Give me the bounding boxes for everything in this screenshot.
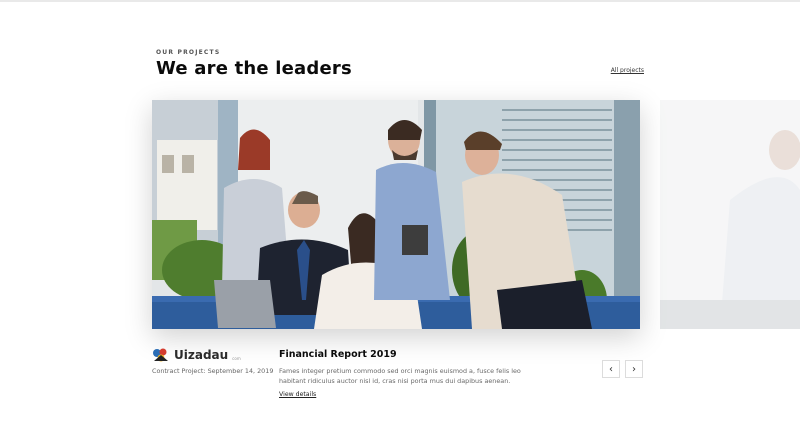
carousel-next-button[interactable]: › [625,360,643,378]
section-eyebrow: OUR PROJECTS [156,49,221,56]
client-domain: com [232,355,241,361]
chevron-right-icon: › [632,363,636,375]
contract-date: Contract Project: September 14, 2019 [152,367,274,375]
all-projects-link[interactable]: All projects [611,67,644,74]
view-details-link[interactable]: View details [279,391,316,398]
next-project-preview[interactable] [660,100,800,329]
client-brand: Uizadau com [152,347,241,363]
top-divider [0,0,800,2]
project-description: Fames integer pretium commodo sed orci m… [279,367,521,385]
project-title: Financial Report 2019 [279,349,397,360]
client-logo-icon [153,348,168,362]
next-project-photo [660,100,800,329]
office-meeting-photo [152,100,640,329]
section-title: We are the leaders [156,58,352,79]
chevron-left-icon: ‹ [609,363,613,375]
client-name: Uizadau [174,348,229,362]
carousel-prev-button[interactable]: ‹ [602,360,620,378]
project-image[interactable] [152,100,640,329]
